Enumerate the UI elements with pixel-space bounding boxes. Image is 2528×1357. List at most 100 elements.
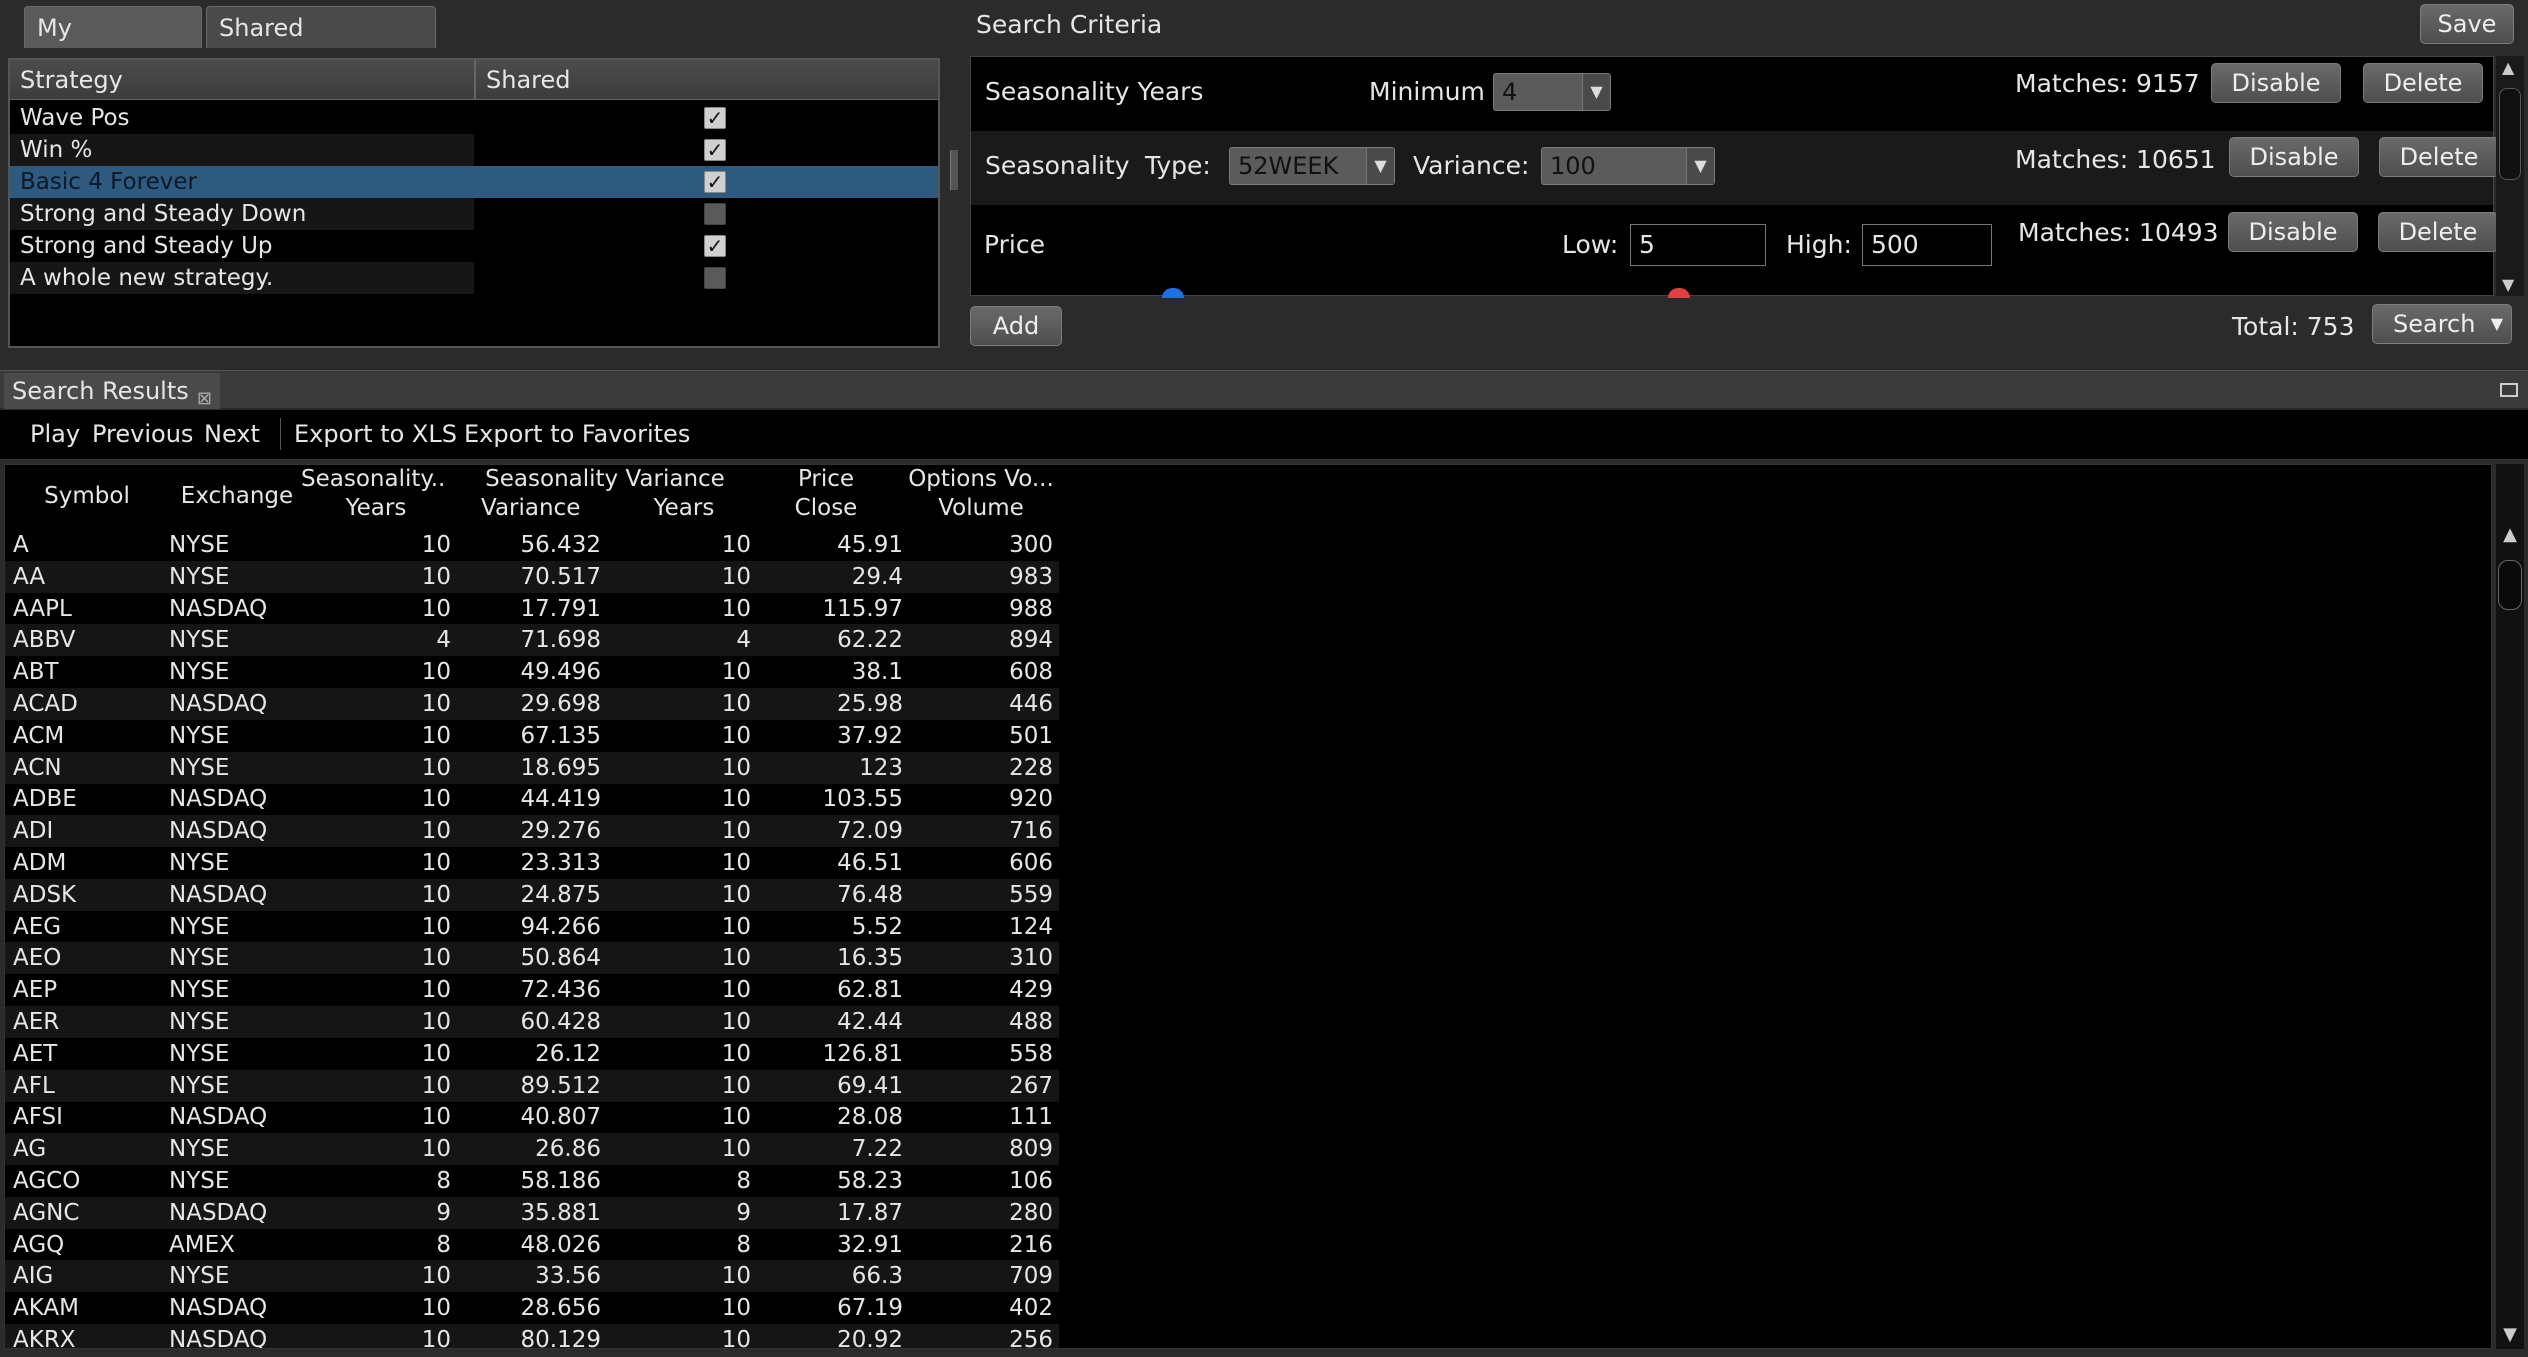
table-row[interactable]: ADM NYSE 10 23.313 10 46.51 606 — [5, 847, 1059, 879]
scroll-down-icon[interactable]: ▼ — [2502, 275, 2514, 294]
criteria-row-seasonality-years: Seasonality Years Minimum 4 ▼ Matches: 9… — [971, 57, 2493, 131]
table-row[interactable]: ABT NYSE 10 49.496 10 38.1 608 — [5, 656, 1059, 688]
shared-checkbox[interactable]: ✓ — [704, 235, 726, 257]
table-row[interactable]: AG NYSE 10 26.86 10 7.22 809 — [5, 1133, 1059, 1166]
table-row[interactable]: AGQ AMEX 8 48.026 8 32.91 216 — [5, 1229, 1059, 1261]
table-row[interactable]: AEP NYSE 10 72.436 10 62.81 429 — [5, 974, 1059, 1006]
table-cell: AIG — [13, 1263, 54, 1290]
shared-checkbox[interactable]: ✓ — [704, 171, 726, 193]
chevron-down-icon[interactable]: ▼ — [1686, 148, 1714, 184]
table-cell: 7.22 — [851, 1136, 903, 1163]
table-row[interactable]: AER NYSE 10 60.428 10 42.44 488 — [5, 1006, 1059, 1038]
strategy-row[interactable]: Strong and Steady Down — [10, 198, 938, 230]
table-cell: 10 — [721, 786, 751, 813]
search-button[interactable]: Search ▼ — [2372, 304, 2512, 344]
next-button[interactable]: Next — [204, 420, 260, 448]
column-header[interactable]: Options Vo... Volume — [901, 465, 1061, 527]
minimum-select[interactable]: 4 ▼ — [1493, 73, 1611, 111]
table-cell: 40.807 — [520, 1104, 601, 1131]
table-row[interactable]: ACM NYSE 10 67.135 10 37.92 501 — [5, 720, 1059, 752]
table-row[interactable]: AA NYSE 10 70.517 10 29.4 983 — [5, 560, 1059, 593]
column-header[interactable]: Seasonality... Years — [301, 465, 453, 527]
shared-checkbox[interactable] — [704, 267, 726, 289]
add-criteria-button[interactable]: Add — [970, 306, 1062, 346]
strategy-row[interactable]: Basic 4 Forever ✓ — [10, 166, 938, 198]
table-cell: 894 — [1009, 627, 1053, 654]
variance-label: Variance: — [1413, 151, 1530, 180]
play-button[interactable]: Play — [30, 420, 80, 448]
shared-checkbox[interactable]: ✓ — [704, 107, 726, 129]
table-row[interactable]: ADI NASDAQ 10 29.276 10 72.09 716 — [5, 815, 1059, 848]
results-scrollbar[interactable]: ▲ ▼ — [2496, 464, 2524, 1349]
table-row[interactable]: AKAM NASDAQ 10 28.656 10 67.19 402 — [5, 1292, 1059, 1324]
disable-button[interactable]: Disable — [2229, 137, 2359, 177]
export-xls-button[interactable]: Export to XLS — [294, 420, 457, 448]
table-cell: 10 — [421, 881, 451, 908]
scrollbar-thumb[interactable] — [2498, 560, 2522, 610]
minimize-icon[interactable] — [2500, 383, 2518, 397]
strategy-row[interactable]: Wave Pos ✓ — [10, 102, 938, 134]
table-row[interactable]: AAPL NASDAQ 10 17.791 10 115.97 988 — [5, 593, 1059, 625]
table-row[interactable]: AFL NYSE 10 89.512 10 69.41 267 — [5, 1069, 1059, 1102]
table-row[interactable]: A NYSE 10 56.432 10 45.91 300 — [5, 529, 1059, 561]
column-header-shared[interactable]: Shared — [476, 60, 571, 100]
table-row[interactable]: AET NYSE 10 26.12 10 126.81 558 — [5, 1038, 1059, 1070]
table-row[interactable]: AEO NYSE 10 50.864 10 16.35 310 — [5, 942, 1059, 975]
strategy-row[interactable]: Strong and Steady Up ✓ — [10, 230, 938, 262]
tab-search-results[interactable]: Search Results ⊠ — [4, 373, 220, 409]
tab-shared-strategies[interactable]: Shared Strategies — [206, 6, 436, 84]
table-row[interactable]: ABBV NYSE 4 71.698 4 62.22 894 — [5, 624, 1059, 657]
shared-checkbox[interactable] — [704, 203, 726, 225]
column-header[interactable]: Exchange — [165, 465, 309, 527]
table-row[interactable]: ACN NYSE 10 18.695 10 123 228 — [5, 751, 1059, 784]
chevron-down-icon[interactable]: ▼ — [1366, 148, 1394, 184]
delete-button[interactable]: Delete — [2363, 63, 2483, 103]
table-cell: NYSE — [169, 1040, 230, 1067]
table-cell: 10 — [721, 913, 751, 940]
table-row[interactable]: AGCO NYSE 8 58.186 8 58.23 106 — [5, 1165, 1059, 1197]
table-cell: 10 — [421, 1040, 451, 1067]
tab-my-strategies[interactable]: My Strategies — [24, 6, 202, 84]
chevron-down-icon[interactable]: ▼ — [1582, 74, 1610, 110]
strategy-row[interactable]: Win % ✓ — [10, 134, 938, 166]
scrollbar-thumb[interactable] — [2499, 88, 2521, 180]
table-row[interactable]: AFSI NASDAQ 10 40.807 10 28.08 111 — [5, 1101, 1059, 1133]
criteria-label: Seasonality — [985, 151, 1130, 180]
variance-select[interactable]: 100 ▼ — [1541, 147, 1715, 185]
shared-checkbox[interactable]: ✓ — [704, 139, 726, 161]
delete-button[interactable]: Delete — [2379, 137, 2499, 177]
scroll-up-icon[interactable]: ▲ — [2502, 58, 2514, 77]
table-row[interactable]: AIG NYSE 10 33.56 10 66.3 709 — [5, 1260, 1059, 1293]
strategy-row[interactable]: A whole new strategy. — [10, 262, 938, 294]
table-row[interactable]: AKRX NASDAQ 10 80.129 10 20.92 256 — [5, 1324, 1059, 1348]
high-price-input[interactable]: 500 — [1862, 224, 1992, 266]
column-header-top: Price — [797, 466, 855, 492]
criteria-scrollbar[interactable]: ▲ ▼ — [2496, 56, 2524, 296]
table-cell: 300 — [1009, 532, 1053, 558]
shared-cell: ✓ — [476, 102, 938, 134]
save-button[interactable]: Save — [2420, 4, 2514, 44]
column-header-strategy[interactable]: Strategy — [10, 60, 123, 100]
type-select[interactable]: 52WEEK ▼ — [1229, 147, 1395, 185]
table-row[interactable]: AEG NYSE 10 94.266 10 5.52 124 — [5, 911, 1059, 943]
table-row[interactable]: ADBE NASDAQ 10 44.419 10 103.55 920 — [5, 783, 1059, 815]
table-cell: 988 — [1009, 595, 1053, 622]
table-row[interactable]: ADSK NASDAQ 10 24.875 10 76.48 559 — [5, 878, 1059, 911]
table-row[interactable]: AGNC NASDAQ 9 35.881 9 17.87 280 — [5, 1196, 1059, 1229]
split-pane-handle[interactable] — [950, 150, 958, 190]
table-row[interactable]: ACAD NASDAQ 10 29.698 10 25.98 446 — [5, 688, 1059, 720]
previous-button[interactable]: Previous — [92, 420, 193, 448]
disable-button[interactable]: Disable — [2211, 63, 2341, 103]
scroll-down-icon[interactable]: ▼ — [2496, 1324, 2524, 1345]
disable-button[interactable]: Disable — [2228, 212, 2358, 252]
scroll-up-icon[interactable]: ▲ — [2496, 524, 2524, 545]
column-header[interactable]: Price Close — [751, 465, 901, 527]
export-favorites-button[interactable]: Export to Favorites — [464, 420, 690, 448]
delete-button[interactable]: Delete — [2378, 212, 2498, 252]
chevron-down-icon[interactable]: ▼ — [2491, 305, 2503, 343]
table-cell: NYSE — [169, 1009, 230, 1035]
column-header[interactable]: Years — [601, 465, 767, 527]
low-price-input[interactable]: 5 — [1630, 224, 1766, 266]
toolbar-divider — [280, 418, 281, 450]
column-header[interactable]: Symbol — [5, 465, 169, 527]
